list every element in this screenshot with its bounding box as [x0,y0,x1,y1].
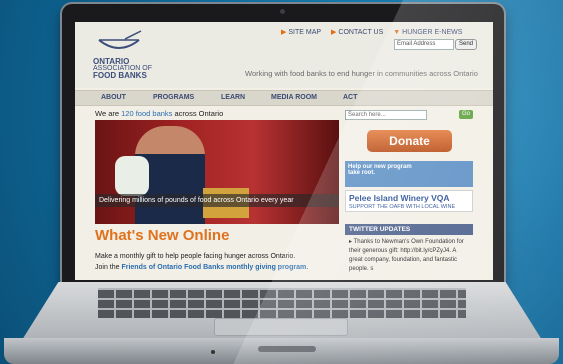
webcam-icon [280,9,285,14]
power-led-icon [211,350,215,354]
nav-item-media-room[interactable]: MEDIA ROOM [271,94,317,101]
trackpad [214,318,348,336]
site-header: ONTARIO ASSOCIATION OF FOOD BANKS ▶ SITE … [75,22,493,88]
keyboard [98,288,466,318]
nav-item-act[interactable]: ACT [343,94,357,101]
whats-new-heading: What's New Online [95,227,230,244]
hero-caption: Delivering millions of pounds of food ac… [95,194,339,207]
contact-us-link[interactable]: CONTACT US [338,29,383,36]
tweet-text: Thanks to Newman's Own Foundation for th… [349,239,464,272]
desktop-background: { "header": { "logo_line1": "ONTARIO", "… [0,0,563,364]
email-address-input[interactable]: Email Address [394,39,454,50]
hunger-enews-link[interactable]: HUNGER E-NEWS [402,29,462,36]
join-prefix: Join the [95,264,122,271]
logo-ontario: ONTARIO [93,57,130,66]
browser-viewport: ONTARIO ASSOCIATION OF FOOD BANKS ▶ SITE … [75,22,493,280]
nav-item-about[interactable]: ABOUT [101,94,126,101]
main-nav: ABOUT PROGRAMS LEARN MEDIA ROOM ACT [75,90,493,106]
tweet-item: ▸ Thanks to Newman's Own Foundation for … [349,239,464,272]
arrow-right-icon: ▶ [331,29,337,36]
join-suffix: . [306,264,309,271]
twitter-updates-header: TWITTER UPDATES [345,224,473,235]
search-go-button[interactable]: Go [459,110,473,119]
intro-prefix: We are [95,109,122,118]
program-promo-banner[interactable]: Help our new program take root. [345,161,473,187]
food-banks-count-link[interactable]: 120 food banks [121,109,172,118]
intro-line: We are 120 food banks across Ontario [95,109,223,118]
pelee-title: Pelee Island Winery VQA [349,193,450,203]
nav-item-programs[interactable]: PROGRAMS [153,94,194,101]
logo-food-banks: FOOD BANKS [93,71,147,80]
pelee-subtitle: SUPPORT THE OAFB WITH LOCAL WINE [349,204,456,210]
send-button[interactable]: Send [455,39,477,50]
site-logo[interactable]: ONTARIO ASSOCIATION OF FOOD BANKS [93,57,152,80]
whats-new-body: Make a monthly gift to help people facin… [95,251,339,273]
site-tagline: Working with food banks to end hunger in… [245,69,478,78]
promo-line2: take root. [348,170,376,176]
monthly-gift-text: Make a monthly gift to help people facin… [95,253,296,260]
donate-button[interactable]: Donate [367,130,452,152]
arrow-right-icon: ▶ [281,29,287,36]
arrow-down-icon: ▼ [393,29,401,36]
site-map-link[interactable]: SITE MAP [288,29,321,36]
nav-item-learn[interactable]: LEARN [221,94,245,101]
hero-image[interactable]: Delivering millions of pounds of food ac… [95,120,339,224]
pelee-winery-banner[interactable]: Pelee Island Winery VQA SUPPORT THE OAFB… [345,190,473,212]
search-input[interactable]: Search here... [345,110,427,120]
monthly-giving-link[interactable]: Friends of Ontario Food Banks monthly gi… [121,264,306,271]
bowl-spoon-logo-icon [98,30,142,49]
food-bag-graphic [115,156,149,196]
intro-suffix: across Ontario [172,109,224,118]
lid-latch [258,346,316,352]
utility-nav: ▶ SITE MAP ▶ CONTACT US ▼ HUNGER E-NEWS [281,28,470,36]
